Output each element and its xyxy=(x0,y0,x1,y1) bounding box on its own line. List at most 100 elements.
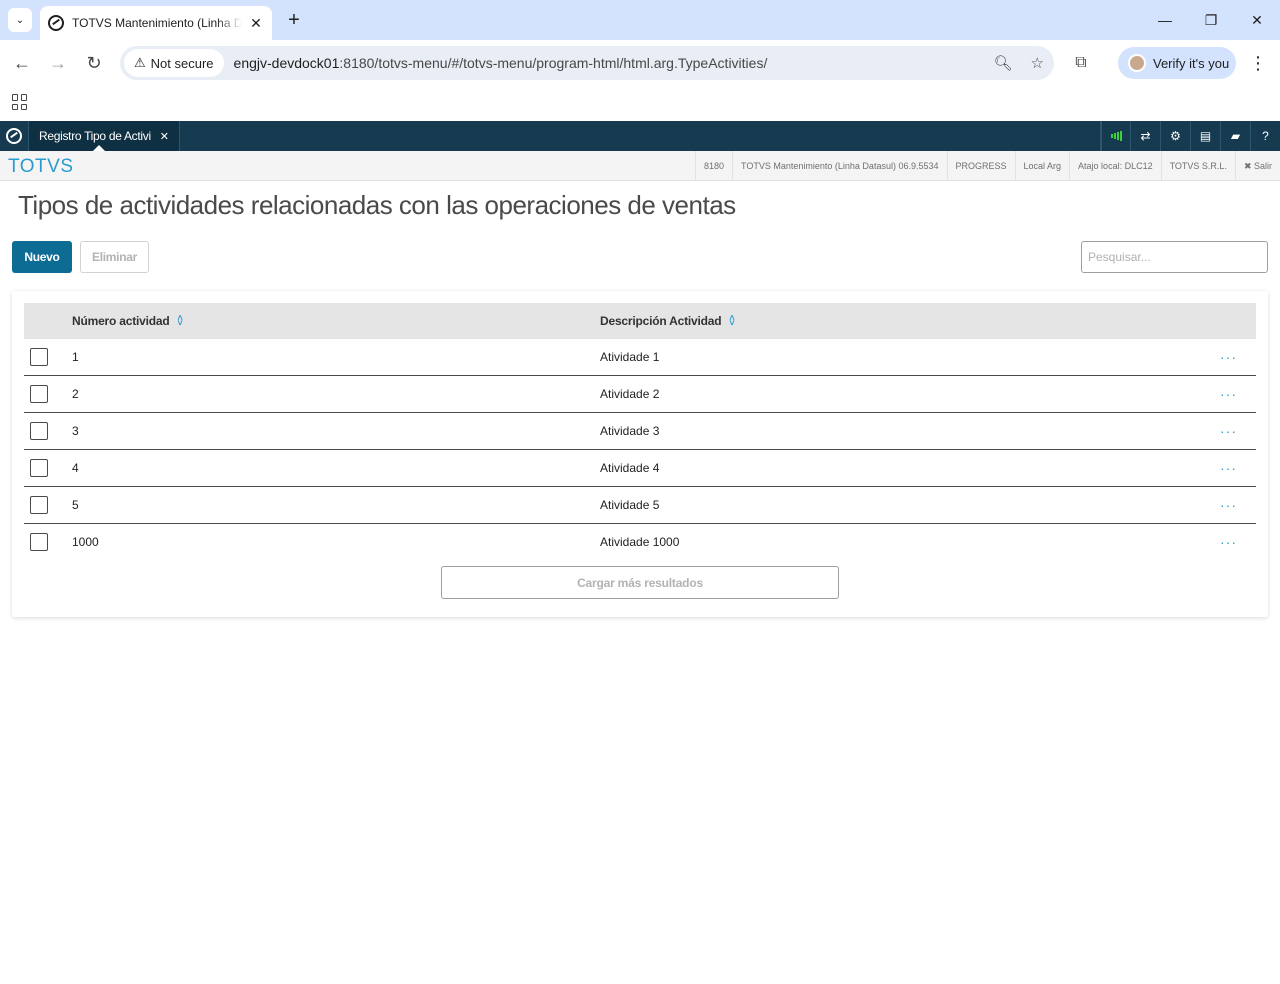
url-text[interactable]: engjv-devdock01:8180/totvs-menu/#/totvs-… xyxy=(234,55,768,71)
window-controls: — ❐ ✕ xyxy=(1142,0,1280,40)
app-header: Registro Tipo de Activi ✕ ⇄ ⚙ ▤ ▰ ? xyxy=(0,121,1280,151)
cell-descripcion: Atividade 1 xyxy=(600,350,660,364)
more-actions-icon[interactable]: ··· xyxy=(1220,339,1237,375)
star-icon[interactable]: ☆ xyxy=(1031,54,1044,72)
info-bar: TOTVS 8180 TOTVS Mantenimiento (Linha Da… xyxy=(0,151,1280,181)
row-checkbox[interactable] xyxy=(30,385,48,403)
chat-icon[interactable]: ▰ xyxy=(1220,121,1250,151)
profile-label: Verify it's you xyxy=(1153,55,1230,71)
back-icon[interactable]: ← xyxy=(8,49,36,77)
warning-icon: ⚠ xyxy=(134,55,146,70)
more-actions-icon[interactable]: ··· xyxy=(1220,524,1237,560)
sort-icon[interactable]: ˄ ˅ xyxy=(729,314,734,328)
cell-numero: 3 xyxy=(72,424,79,438)
table-row[interactable]: 3 Atividade 3 ··· xyxy=(24,413,1256,450)
favicon-icon xyxy=(48,15,64,31)
bookmarks-bar xyxy=(0,86,1280,121)
document-icon[interactable]: ▤ xyxy=(1190,121,1220,151)
close-icon[interactable]: ✕ xyxy=(248,15,264,31)
table-header: Número actividad ˄ ˅ Descripción Activida… xyxy=(24,303,1256,339)
page-title: Tipos de actividades relacionadas con la… xyxy=(18,190,736,220)
forward-icon[interactable]: → xyxy=(44,49,72,77)
new-button[interactable]: Nuevo xyxy=(12,241,72,273)
security-label: Not secure xyxy=(150,55,214,71)
totvs-logo-icon[interactable] xyxy=(0,121,28,151)
info-database: PROGRESS xyxy=(946,151,1015,181)
extensions-icon[interactable]: ⧉ xyxy=(1068,49,1094,77)
browser-toolbar: ← → ↻ ⚠ Not secure engjv-devdock01:8180/… xyxy=(0,40,1280,86)
column-label: Número actividad xyxy=(72,314,170,328)
logout-link[interactable]: ✖ Salir xyxy=(1234,151,1280,181)
table-body: 1 Atividade 1 ··· 2 Atividade 2 ··· 3 At… xyxy=(24,339,1256,561)
cell-numero: 5 xyxy=(72,498,79,512)
load-more-button[interactable]: Cargar más resultados xyxy=(441,566,839,599)
restore-icon[interactable]: ❐ xyxy=(1188,0,1234,40)
close-icon[interactable]: ✕ xyxy=(160,130,169,143)
more-actions-icon[interactable]: ··· xyxy=(1220,413,1237,449)
security-chip[interactable]: ⚠ Not secure xyxy=(124,49,224,77)
table-row[interactable]: 5 Atividade 5 ··· xyxy=(24,487,1256,524)
info-port: 8180 xyxy=(695,151,732,181)
address-bar[interactable]: ⚠ Not secure engjv-devdock01:8180/totvs-… xyxy=(120,46,1054,80)
cell-descripcion: Atividade 2 xyxy=(600,387,660,401)
cell-descripcion: Atividade 1000 xyxy=(600,535,680,549)
tab-search-button[interactable]: ⌄ xyxy=(8,8,32,32)
apps-grid-icon[interactable] xyxy=(12,94,28,110)
column-header-descripcion[interactable]: Descripción Actividad ˄ ˅ xyxy=(600,303,735,339)
info-product: TOTVS Mantenimiento (Linha Datasul) 06.9… xyxy=(732,151,946,181)
results-card: Número actividad ˄ ˅ Descripción Activida… xyxy=(12,291,1268,617)
browser-tab-title: TOTVS Mantenimiento (Linha Datasul) xyxy=(72,16,242,30)
minimize-icon[interactable]: — xyxy=(1142,0,1188,40)
info-locale: Local Arg xyxy=(1014,151,1070,181)
more-actions-icon[interactable]: ··· xyxy=(1220,376,1237,412)
more-actions-icon[interactable]: ··· xyxy=(1220,487,1237,523)
window-close-icon[interactable]: ✕ xyxy=(1234,0,1280,40)
sort-icon[interactable]: ˄ ˅ xyxy=(178,314,183,328)
shuffle-icon[interactable]: ⇄ xyxy=(1130,121,1160,151)
plus-icon: + xyxy=(288,8,300,31)
app-tab[interactable]: Registro Tipo de Activi ✕ xyxy=(28,121,180,151)
column-header-numero[interactable]: Número actividad ˄ ˅ xyxy=(72,303,183,339)
help-icon[interactable]: ? xyxy=(1250,121,1280,151)
cell-numero: 1 xyxy=(72,350,79,364)
row-checkbox[interactable] xyxy=(30,422,48,440)
avatar xyxy=(1128,54,1146,72)
info-company: TOTVS S.R.L. xyxy=(1160,151,1235,181)
delete-button[interactable]: Eliminar xyxy=(80,241,149,273)
browser-tabstrip: ⌄ TOTVS Mantenimiento (Linha Datasul) ✕ … xyxy=(0,0,1280,40)
cell-numero: 4 xyxy=(72,461,79,475)
row-checkbox[interactable] xyxy=(30,459,48,477)
signal-icon[interactable] xyxy=(1100,121,1130,151)
row-checkbox[interactable] xyxy=(30,348,48,366)
table-row[interactable]: 1 Atividade 1 ··· xyxy=(24,339,1256,376)
row-checkbox[interactable] xyxy=(30,533,48,551)
app-tab-label: Registro Tipo de Activi xyxy=(39,129,151,143)
profile-button[interactable]: Verify it's you xyxy=(1118,47,1236,79)
url-path: :8180/totvs-menu/#/totvs-menu/program-ht… xyxy=(339,55,768,71)
app-header-actions: ⇄ ⚙ ▤ ▰ ? xyxy=(1100,121,1280,151)
url-host: engjv-devdock01 xyxy=(233,55,340,71)
table-row[interactable]: 4 Atividade 4 ··· xyxy=(24,450,1256,487)
brand-logo: TOTVS xyxy=(8,156,74,177)
gear-icon[interactable]: ⚙ xyxy=(1160,121,1190,151)
column-label: Descripción Actividad xyxy=(600,314,722,328)
row-checkbox[interactable] xyxy=(30,496,48,514)
table-row[interactable]: 2 Atividade 2 ··· xyxy=(24,376,1256,413)
more-actions-icon[interactable]: ··· xyxy=(1220,450,1237,486)
info-items: 8180 TOTVS Mantenimiento (Linha Datasul)… xyxy=(695,151,1280,181)
cell-numero: 1000 xyxy=(72,535,99,549)
menu-kebab-icon[interactable]: ⋮ xyxy=(1248,49,1268,77)
table-row[interactable]: 1000 Atividade 1000 ··· xyxy=(24,524,1256,561)
cell-descripcion: Atividade 4 xyxy=(600,461,660,475)
chevron-down-icon: ⌄ xyxy=(15,14,25,26)
search-input[interactable] xyxy=(1081,241,1268,273)
cell-descripcion: Atividade 5 xyxy=(600,498,660,512)
new-tab-button[interactable]: + xyxy=(282,8,306,32)
cell-descripcion: Atividade 3 xyxy=(600,424,660,438)
info-shortcut: Atajo local: DLC12 xyxy=(1069,151,1161,181)
reload-icon[interactable]: ↻ xyxy=(80,49,108,77)
omnibox-actions: 🔍︎ ☆ xyxy=(994,46,1045,80)
cell-numero: 2 xyxy=(72,387,79,401)
browser-tab[interactable]: TOTVS Mantenimiento (Linha Datasul) ✕ xyxy=(40,6,272,40)
zoom-icon[interactable]: 🔍︎ xyxy=(994,54,1013,72)
